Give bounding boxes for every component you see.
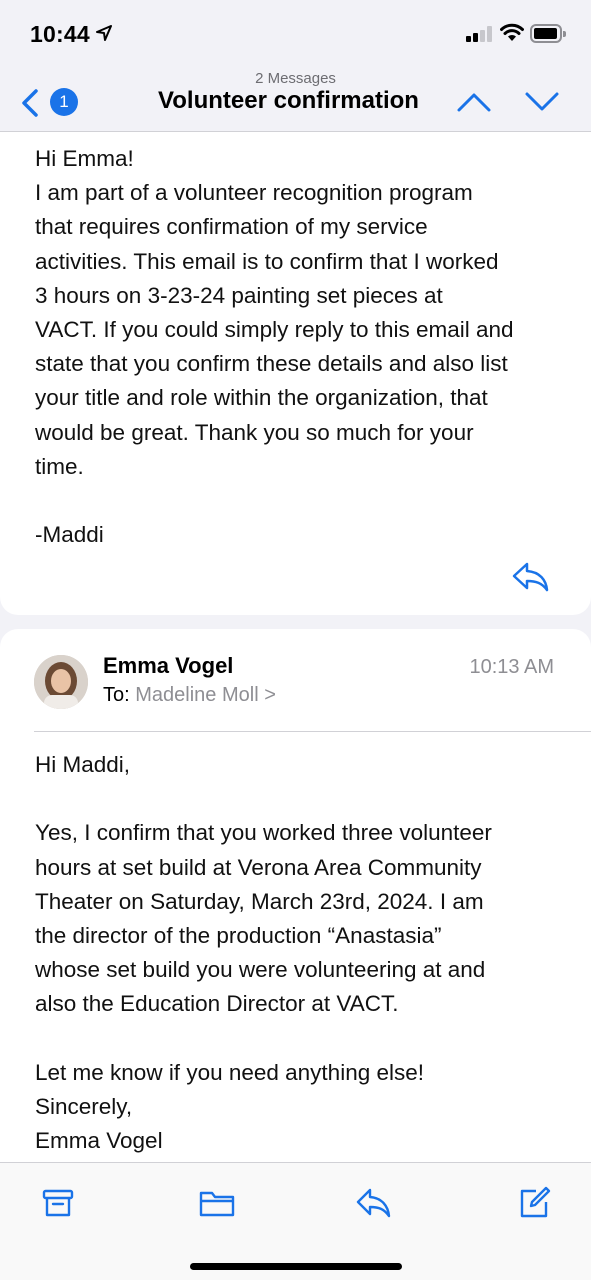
message-line: VACT. If you could simply reply to this … — [35, 317, 514, 343]
compose-icon — [520, 1186, 551, 1218]
message-line — [35, 484, 514, 518]
archive-icon — [42, 1189, 74, 1217]
location-arrow-icon — [95, 20, 112, 47]
message-card-1: Hi Emma! I am part of a volunteer recogn… — [0, 132, 591, 615]
navigation-bar: 1 2 Messages Volunteer confirmation — [0, 62, 591, 132]
reply-icon — [512, 562, 549, 592]
reply-button[interactable] — [511, 560, 551, 599]
recipient-line[interactable]: To: Madeline Moll > — [103, 684, 276, 707]
message-line: also the Education Director at VACT. — [35, 991, 399, 1017]
status-time-text: 10:44 — [30, 21, 90, 47]
archive-button[interactable] — [40, 1185, 76, 1221]
reply-icon — [356, 1188, 391, 1218]
home-indicator[interactable] — [190, 1263, 402, 1270]
message-line: activities. This email is to confirm tha… — [35, 248, 499, 274]
thread-title-text: Volunteer confirmation — [158, 87, 419, 114]
message-card-2: Emma Vogel To: Madeline Moll > 10:13 AM … — [0, 629, 591, 1162]
wifi-icon — [500, 22, 524, 47]
next-message-button[interactable] — [524, 90, 560, 119]
cellular-signal-icon — [466, 26, 492, 42]
message-2-body: Hi Maddi, Yes, I confirm that you worked… — [35, 748, 492, 1158]
message-line: whose set build you were volunteering at… — [35, 957, 486, 983]
message-line: hours at set build at Verona Area Commun… — [35, 854, 482, 880]
message-line: would be great. Thank you so much for yo… — [35, 419, 474, 445]
message-line: Let me know if you need anything else! — [35, 1059, 424, 1085]
message-line: Emma Vogel — [35, 1128, 163, 1154]
sender-name: Emma Vogel — [103, 653, 234, 678]
to-label: To: — [103, 684, 130, 706]
header-divider — [34, 731, 591, 732]
message-line: Theater on Saturday, March 23rd, 2024. I… — [35, 888, 484, 914]
message-line: Yes, I confirm that you worked three vol… — [35, 820, 492, 846]
recipient-name[interactable]: Madeline Moll > — [135, 684, 276, 706]
message-line — [35, 782, 492, 816]
avatar[interactable] — [34, 655, 88, 709]
message-line: state that you confirm these details and… — [35, 351, 508, 377]
message-line: I am part of a volunteer recognition pro… — [35, 180, 473, 206]
message-line: time. — [35, 453, 84, 479]
mail-screen: 10:44 1 2 Messages Volunteer confirmatio… — [0, 0, 591, 1280]
message-line: -Maddi — [35, 522, 104, 548]
message-line: Hi Maddi, — [35, 752, 131, 777]
status-time: 10:44 — [30, 20, 112, 48]
thread-title: Volunteer confirmation — [0, 87, 591, 115]
compose-button[interactable] — [516, 1185, 552, 1221]
chevron-down-icon — [525, 92, 559, 111]
move-to-folder-button[interactable] — [198, 1185, 235, 1221]
status-bar: 10:44 — [0, 0, 591, 70]
message-line: the director of the production “Anastasi… — [35, 923, 442, 949]
message-time: 10:13 AM — [469, 656, 554, 678]
chevron-up-icon — [457, 93, 491, 112]
message-count-label: 2 Messages — [255, 70, 336, 87]
bottom-toolbar — [0, 1162, 591, 1280]
message-line: that requires confirmation of my service — [35, 214, 428, 240]
message-line: your title and role within the organizat… — [35, 385, 488, 411]
message-line: Hi Emma! — [35, 146, 134, 171]
reply-toolbar-button[interactable] — [356, 1185, 392, 1221]
battery-icon — [530, 24, 566, 43]
folder-icon — [199, 1191, 235, 1217]
previous-message-button[interactable] — [456, 90, 492, 119]
message-1-body: Hi Emma! I am part of a volunteer recogn… — [35, 142, 514, 552]
message-line — [35, 1022, 492, 1056]
message-line: Sincerely, — [35, 1094, 133, 1120]
message-line: 3 hours on 3-23-24 painting set pieces a… — [35, 282, 443, 308]
